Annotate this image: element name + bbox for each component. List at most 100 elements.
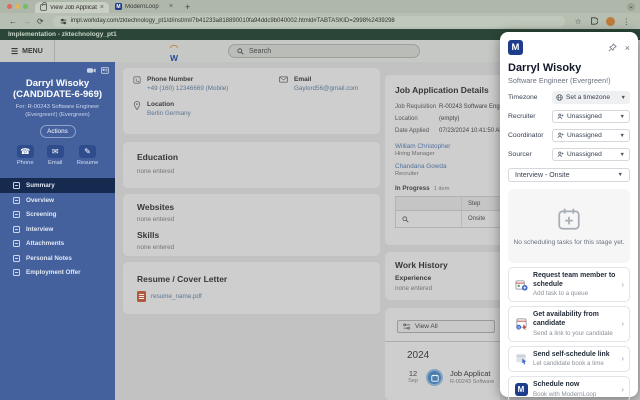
sidebar-nav: Summary Overview Screening Interview Att… [0,178,115,280]
email-icon [279,76,288,83]
screening-icon [13,211,20,218]
tab-search-chevron-icon[interactable]: ⌄ [627,3,635,11]
stage-select[interactable]: Interview - Onsite ▼ [508,168,630,182]
reload-button[interactable]: ⟳ [37,17,44,26]
location-label: Location [147,101,191,108]
requisition-value[interactable]: R-00243 Software Engineer (Eve [439,104,500,110]
sidebar-item-attachments[interactable]: Attachments [0,236,115,251]
sidebar-item-personal-notes[interactable]: Personal Notes [0,251,115,266]
hiring-manager-link[interactable]: William Christopher [395,143,500,150]
event-title: Job Applicat [450,369,494,378]
window-controls[interactable] [0,4,35,9]
work-history-card: Work History Experience none entered [385,252,500,300]
actions-button[interactable]: Actions [40,125,76,138]
send-self-schedule-card[interactable]: Send self-schedule link Let candidate bo… [508,346,630,373]
bookmark-star-icon[interactable]: ☆ [575,17,582,26]
action-title: Request team member to schedule [533,272,616,289]
profile-avatar[interactable] [606,17,615,26]
recruiter-select[interactable]: Unassigned ▼ [552,110,630,123]
availability-icon: a [514,317,528,331]
view-all-filter[interactable]: View All [397,320,495,333]
action-subtitle: Send a link to your candidate [533,330,616,337]
attachments-icon [13,240,20,247]
sidebar-item-screening[interactable]: Screening [0,207,115,222]
skills-empty: none entered [137,244,380,251]
self-schedule-icon [514,352,528,366]
sidebar-item-employment-offer[interactable]: Employment Offer [0,265,115,280]
websites-skills-card: Websites none entered Skills none entere… [123,194,380,256]
resume-quick-action[interactable]: ✎ Resume [77,145,99,166]
email-quick-action[interactable]: ✉ Email [47,145,64,166]
table-row[interactable]: Onsite [396,211,500,227]
hamburger-icon: ☰ [11,47,18,56]
timeline-divider [385,341,500,342]
profile-card-icon[interactable] [101,67,109,74]
sidebar-item-interview[interactable]: Interview [0,222,115,237]
websites-title: Websites [137,202,380,212]
personal-notes-icon [13,255,20,262]
tab-view-job-application[interactable]: View Job Application - Darry × [35,2,109,13]
tab-close-icon[interactable]: × [169,3,173,10]
recruiter-link[interactable]: Chandana Gowda [395,163,500,170]
tab-modernloop[interactable]: M ModernLoop × [109,3,179,10]
person-add-icon [557,132,564,139]
row-search-icon[interactable] [402,216,409,223]
schedule-now-card[interactable]: M Schedule now Book with ModernLoop › [508,376,630,400]
email-label: Email [294,76,358,83]
close-icon[interactable]: × [625,43,630,53]
view-all-label: View All [415,323,438,330]
resume-file-link[interactable]: resume_name.pdf [151,293,202,300]
close-window-button[interactable] [7,4,12,9]
nav-label: Employment Offer [26,269,81,276]
education-empty: none entered [137,168,380,175]
new-tab-button[interactable]: + [185,2,190,12]
forward-button[interactable]: → [23,17,31,26]
nav-label: Screening [26,211,56,218]
panel-candidate-role: Software Engineer (Evergreen!) [508,76,630,85]
in-progress-label: In Progress [395,185,430,192]
sourcer-select[interactable]: Unassigned ▼ [552,148,630,161]
workday-logo-arc [170,45,178,48]
workday-favicon-icon [40,4,47,11]
maximize-window-button[interactable] [23,4,28,9]
email-value[interactable]: Gaylord56@gmail.com [294,85,358,92]
in-progress-table: Step Onsite [395,196,500,228]
sidebar-item-overview[interactable]: Overview [0,193,115,208]
email-icon: ✉ [52,147,59,156]
coordinator-label: Coordinator [508,132,544,139]
site-info-icon[interactable] [60,18,67,25]
candidate-name: Darryl Wisoky (CANDIDATE-6-969) [0,78,115,101]
get-availability-card[interactable]: a Get availability from candidate Send a… [508,306,630,341]
phone-quick-action[interactable]: ☎ Phone [17,145,34,166]
location-label: Location [395,116,439,122]
main-content: Phone Number +49 (160) 12346669 (Mobile)… [115,62,500,400]
address-bar[interactable]: impl.workday.com/zktechnology_pt1/d/inst… [53,16,565,27]
video-icon[interactable] [87,67,96,74]
timeline-event[interactable]: 12 Sep Job Applicat R-00243 Software [407,369,500,386]
coordinator-select[interactable]: Unassigned ▼ [552,129,630,142]
chevron-right-icon: › [621,385,624,394]
recruiter-role: Recruiter [395,171,500,177]
work-history-title: Work History [395,260,500,270]
filter-icon [403,323,411,330]
timezone-value: Set a timezone [566,94,618,101]
action-title: Schedule now [533,381,616,390]
chevron-right-icon: › [621,319,624,328]
calendar-plus-icon [556,206,582,232]
pin-icon[interactable] [608,43,617,52]
sidebar-item-summary[interactable]: Summary [0,178,115,193]
menu-button[interactable]: ☰ MENU [0,40,55,62]
websites-empty: none entered [137,216,380,223]
back-button[interactable]: ← [9,17,17,26]
browser-menu-icon[interactable]: ⋮ [623,17,631,26]
request-team-member-card[interactable]: Request team member to schedule Add task… [508,267,630,302]
job-application-event-icon [426,369,443,386]
minimize-window-button[interactable] [15,4,20,9]
modernloop-panel: M × Darryl Wisoky Software Engineer (Eve… [500,32,638,397]
phone-value[interactable]: +49 (160) 12346669 (Mobile) [147,85,228,92]
timezone-select[interactable]: Set a timezone ▼ [552,91,630,104]
global-search-input[interactable]: Search [228,44,420,58]
action-title: Get availability from candidate [533,311,616,328]
extensions-icon[interactable] [590,17,598,25]
tab-close-icon[interactable]: × [100,4,104,11]
